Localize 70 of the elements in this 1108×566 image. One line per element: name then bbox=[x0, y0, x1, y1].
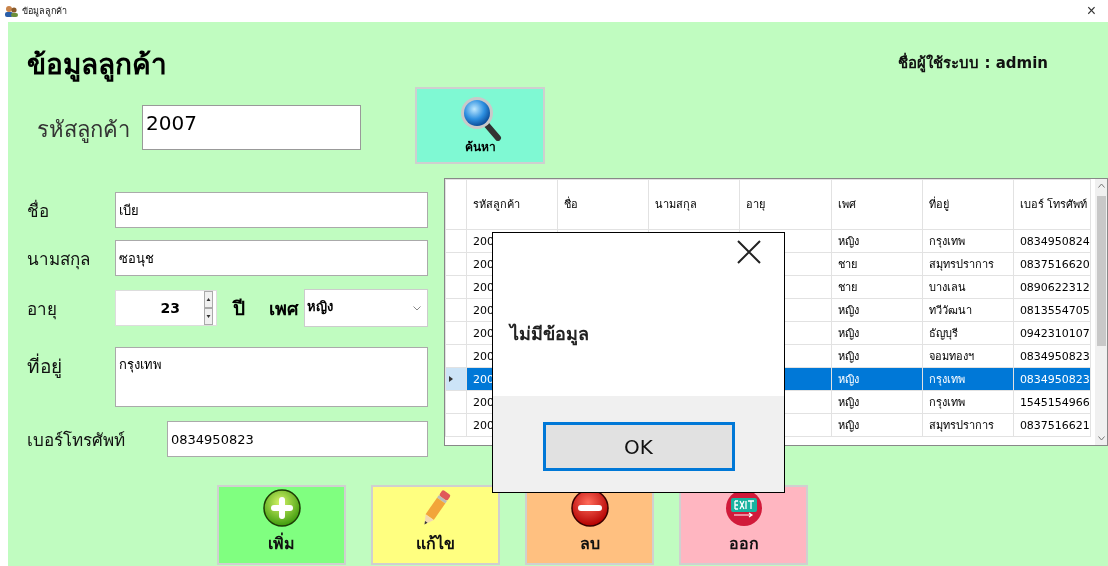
page-heading: ข้อมูลลูกค้า bbox=[27, 47, 167, 84]
scroll-thumb[interactable] bbox=[1096, 196, 1106, 346]
age-spinner[interactable]: 23 bbox=[115, 290, 217, 326]
table-cell: 0834950823 bbox=[1019, 349, 1090, 363]
table-cell: จอมทองฯ bbox=[928, 350, 974, 363]
table-cell: หญิง bbox=[837, 396, 859, 409]
table-cell: ชาย bbox=[837, 281, 857, 294]
window-title: ข้อมูลลูกค้า bbox=[22, 5, 67, 18]
search-button[interactable]: ค้นหา bbox=[415, 86, 545, 164]
scrollbar[interactable] bbox=[1095, 179, 1107, 445]
field-label: ชื่อ bbox=[27, 198, 50, 223]
table-cell: กรุงเทพ bbox=[928, 373, 965, 386]
table-cell: กรุงเทพ bbox=[928, 396, 965, 409]
input-field[interactable]: เบีย bbox=[115, 192, 428, 228]
input-field[interactable]: 2007 bbox=[142, 104, 361, 150]
table-cell: 0813554705 bbox=[1019, 303, 1090, 317]
table-cell: 0942310107 bbox=[1019, 326, 1090, 340]
unit-label: ปี bbox=[233, 296, 245, 321]
field-label: ที่อยู่ bbox=[27, 352, 63, 380]
gender-dropdown[interactable]: หญิง bbox=[304, 289, 428, 327]
table-cell: 0890622312 bbox=[1019, 280, 1090, 294]
input-field[interactable]: 0834950823 bbox=[167, 421, 428, 457]
close-icon[interactable] bbox=[736, 239, 762, 265]
table-cell: หญิง bbox=[837, 350, 859, 363]
table-cell: หญิง bbox=[837, 419, 859, 432]
column-header[interactable]: ที่อยู่ bbox=[922, 179, 1014, 230]
column-header[interactable]: อายุ bbox=[739, 179, 832, 230]
field-label: รหัสลูกค้า bbox=[37, 115, 131, 145]
input-field[interactable]: ซอนุช bbox=[115, 240, 428, 276]
field-label: เพศ bbox=[269, 296, 298, 321]
table-cell: หญิง bbox=[837, 327, 859, 340]
table-cell: สมุทรปราการ bbox=[928, 419, 994, 432]
table-cell: สมุทรปราการ bbox=[928, 258, 994, 271]
table-cell: 0837516621 bbox=[1019, 418, 1090, 432]
close-button[interactable]: × bbox=[1082, 3, 1100, 19]
edit-button[interactable]: แก้ไข bbox=[371, 485, 500, 565]
column-header[interactable]: นามสกุล bbox=[648, 179, 740, 230]
column-header[interactable]: รหัสลูกค้า bbox=[466, 179, 558, 230]
table-cell: หญิง bbox=[837, 304, 859, 317]
column-header[interactable]: เบอร์ โทรศัพท์ bbox=[1013, 179, 1091, 230]
row-pointer-icon bbox=[449, 376, 453, 382]
table-cell: บางเลน bbox=[928, 281, 966, 294]
dialog-message: ไม่มีข้อมูล bbox=[510, 322, 590, 348]
table-cell: 1545154966 bbox=[1019, 395, 1090, 409]
table-cell: หญิง bbox=[837, 235, 859, 248]
people-icon bbox=[4, 5, 18, 17]
ok-button[interactable]: OK bbox=[542, 422, 735, 471]
search-icon bbox=[458, 94, 502, 141]
table-cell: 0834950823 bbox=[1019, 372, 1090, 386]
user-label: ชื่อผู้ใช้ระบบ : admin bbox=[898, 51, 1048, 75]
table-cell: 0837516620 bbox=[1019, 257, 1090, 271]
field-label: นามสกุล bbox=[27, 247, 91, 272]
spin-arrows-icon bbox=[204, 291, 213, 325]
table-cell: ชาย bbox=[837, 258, 857, 271]
column-header[interactable]: ชื่อ bbox=[557, 179, 649, 230]
table-cell: กรุงเทพ bbox=[928, 235, 965, 248]
add-button[interactable]: เพิ่ม bbox=[217, 485, 346, 565]
scroll-up-icon bbox=[1097, 183, 1105, 188]
field-label: เบอร์โทรศัพท์ bbox=[27, 428, 126, 452]
table-cell: ธัญบุรี bbox=[928, 327, 958, 340]
chevron-down-icon bbox=[413, 306, 421, 311]
table-cell: หญิง bbox=[837, 373, 859, 386]
exit-button[interactable]: ออก bbox=[679, 485, 808, 565]
field-label: อายุ bbox=[27, 297, 58, 322]
scroll-down-icon bbox=[1097, 436, 1105, 441]
input-field[interactable]: กรุงเทพ bbox=[115, 347, 428, 407]
column-header[interactable]: เพศ bbox=[831, 179, 923, 230]
table-cell: 0834950824 bbox=[1019, 234, 1090, 248]
plus-icon bbox=[262, 489, 301, 529]
table-cell: ทวีวัฒนา bbox=[928, 304, 972, 317]
